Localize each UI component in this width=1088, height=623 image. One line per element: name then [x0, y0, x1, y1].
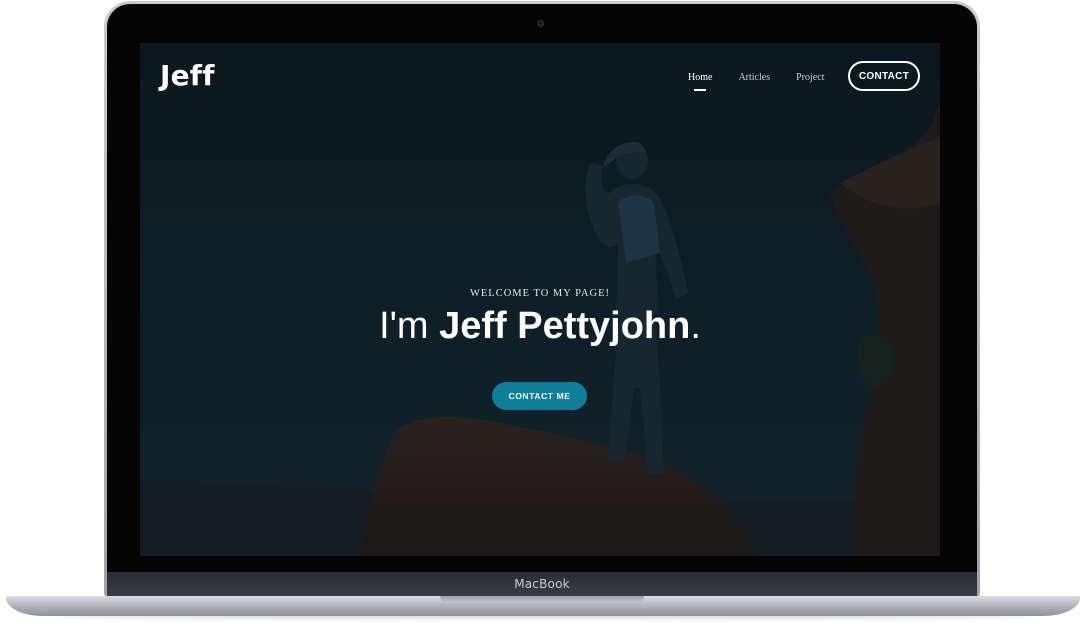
hero-background-image — [140, 43, 940, 556]
browser-screen: Jeff Home Articles Project CONTACT WELCO… — [140, 43, 940, 556]
nav-articles[interactable]: Articles — [738, 72, 770, 83]
hero-title-prefix: I'm — [379, 305, 440, 347]
site-logo[interactable]: Jeff — [160, 59, 215, 92]
hero-title-name: Jeff Pettyjohn — [439, 305, 691, 347]
main-nav: Home Articles Project — [688, 72, 850, 91]
contact-me-button[interactable]: CONTACT ME — [492, 382, 587, 410]
hero-kicker: WELCOME TO MY PAGE! — [469, 288, 611, 299]
laptop-base-notch — [440, 596, 644, 603]
hero-title: I'm Jeff Pettyjohn. — [140, 305, 940, 348]
laptop-chin: MacBook — [107, 572, 977, 596]
nav-home[interactable]: Home — [688, 72, 712, 91]
hero-title-suffix: . — [690, 305, 701, 347]
camera-icon — [537, 20, 544, 27]
contact-button[interactable]: CONTACT — [848, 61, 920, 91]
nav-project[interactable]: Project — [796, 72, 824, 83]
device-label: MacBook — [514, 577, 570, 591]
